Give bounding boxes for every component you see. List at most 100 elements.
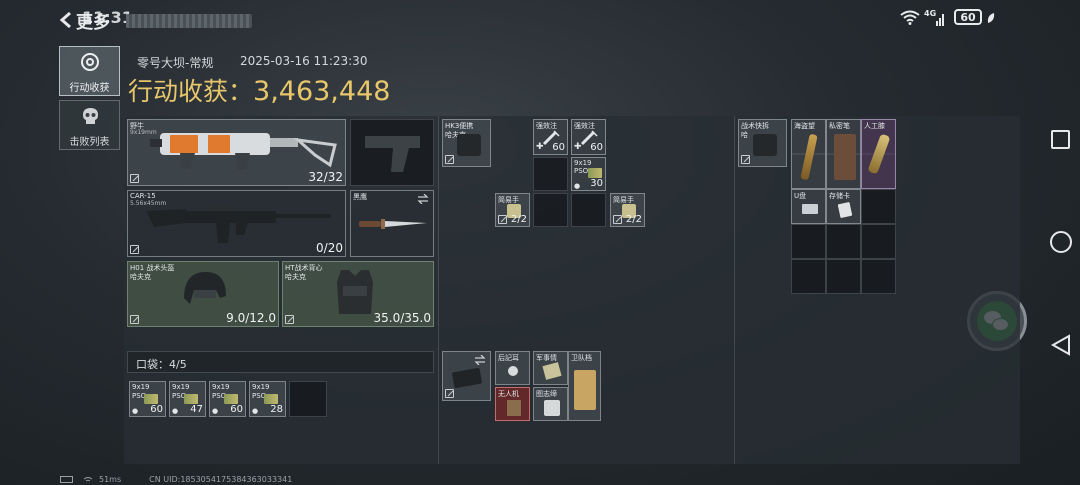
rig-cell[interactable] bbox=[533, 193, 568, 227]
screen: { "status_bar": { "time": "11:31", "batt… bbox=[0, 0, 1080, 485]
loot-mark-icon bbox=[445, 389, 454, 398]
bag-item[interactable]: 军事情 bbox=[533, 351, 568, 385]
drone-icon bbox=[507, 400, 521, 416]
harvest-label: 行动收获： bbox=[128, 77, 254, 106]
secondary-weapon-ammo: 0/20 bbox=[316, 241, 343, 255]
pocket-header: 口袋：4/5 bbox=[127, 351, 434, 373]
nav-bar bbox=[1030, 110, 1080, 370]
melee-slot[interactable]: 黑鹰 bbox=[350, 190, 434, 257]
rig-item[interactable]: 强效注 ✚ 60 bbox=[533, 119, 568, 155]
backpack-cell[interactable] bbox=[861, 224, 896, 259]
pocket-empty-slot[interactable] bbox=[289, 381, 327, 417]
chest-rig-image bbox=[457, 134, 481, 156]
backpack-cell[interactable] bbox=[826, 224, 861, 259]
tab-harvest-label: 行动收获 bbox=[69, 83, 110, 94]
knee-implant-icon bbox=[867, 133, 891, 175]
backpack-cell[interactable] bbox=[791, 224, 826, 259]
tab-defeat-label: 击败列表 bbox=[69, 137, 110, 148]
pistol-slot[interactable] bbox=[350, 119, 434, 186]
bag-item[interactable]: 后記耳 bbox=[495, 351, 530, 385]
rig-item[interactable]: 简易手 2/2 bbox=[495, 193, 530, 227]
armor-brand: 哈夫克 bbox=[285, 273, 306, 281]
rig-item[interactable]: 简易手 2/2 bbox=[610, 193, 645, 227]
backpack-item[interactable]: 人工膝 bbox=[861, 119, 896, 189]
helmet-image bbox=[184, 272, 226, 304]
loot-mark-icon bbox=[130, 315, 139, 324]
bag-item[interactable]: 图志缔 bbox=[533, 387, 568, 421]
document-icon bbox=[542, 362, 562, 380]
pistol-silhouette-icon bbox=[365, 136, 420, 172]
battery-icon: 60 bbox=[954, 9, 982, 25]
primary-weapon-ammo: 32/32 bbox=[308, 170, 343, 184]
secondary-weapon-slot[interactable]: CAR-15 5.56x45mm 0/20 bbox=[127, 190, 346, 257]
rig-cell[interactable] bbox=[571, 193, 606, 227]
bag-item[interactable]: 无人机 bbox=[495, 387, 530, 421]
device-icon bbox=[544, 400, 560, 416]
knife-image bbox=[359, 219, 427, 229]
backpack-item[interactable]: 私密笔 bbox=[826, 119, 861, 189]
swap-icon bbox=[474, 355, 486, 365]
divider-1 bbox=[438, 116, 439, 464]
backpack-cell[interactable] bbox=[861, 259, 896, 294]
signal-icon bbox=[936, 14, 944, 26]
tab-defeat-list[interactable]: 击败列表 bbox=[59, 100, 120, 150]
divider-2 bbox=[734, 116, 735, 464]
helmet-slot[interactable]: H01 战术头盔 哈夫克 9.0/12.0 bbox=[127, 261, 279, 327]
battery-level: 60 bbox=[960, 10, 976, 24]
ammo-icon bbox=[184, 394, 198, 404]
pocket-item[interactable]: 9x19 PSO ● 28 bbox=[249, 381, 286, 417]
helmet-brand: 哈夫克 bbox=[130, 273, 151, 281]
back-arrow-icon bbox=[59, 11, 71, 29]
backpack-small-slot[interactable] bbox=[442, 351, 491, 401]
backpack-item[interactable]: 海盗望 bbox=[791, 119, 826, 189]
loot-mark-icon bbox=[498, 215, 507, 224]
earbuds-icon bbox=[508, 366, 518, 376]
ammo-icon bbox=[144, 394, 158, 404]
circle-nav-icon[interactable] bbox=[1050, 231, 1072, 253]
rig-cell[interactable] bbox=[533, 157, 568, 191]
case-image bbox=[451, 367, 483, 389]
harvest-summary: 行动收获：3,463,448 bbox=[128, 72, 390, 108]
top-progress-bar bbox=[126, 14, 252, 28]
memory-card-icon bbox=[837, 201, 853, 219]
rig-item[interactable]: 强效注 ✚ 60 bbox=[571, 119, 606, 155]
armor-slot[interactable]: HT战术背心 哈夫克 35.0/35.0 bbox=[282, 261, 434, 327]
loot-mark-icon bbox=[130, 174, 139, 183]
backpack-cell[interactable] bbox=[791, 259, 826, 294]
primary-weapon-slot[interactable]: 野牛 9x19mm 32/32 bbox=[127, 119, 346, 186]
tab-harvest[interactable]: 行动收获 bbox=[59, 46, 120, 96]
armor-image bbox=[337, 270, 373, 314]
harvest-value: 3,463,448 bbox=[253, 76, 391, 107]
wifi-icon bbox=[900, 10, 920, 25]
footer: 51ms CN UID:1853054175384363033341 bbox=[60, 474, 292, 485]
pocket-item[interactable]: 9x19 PSO ● 60 bbox=[209, 381, 246, 417]
spyglass-icon bbox=[800, 133, 818, 181]
rig-item[interactable]: 9x19 PSO ● 30 bbox=[571, 157, 606, 191]
file-icon bbox=[574, 370, 596, 410]
skull-icon bbox=[83, 108, 98, 124]
match-datetime: 2025-03-16 11:23:30 bbox=[240, 54, 368, 68]
backpack-image bbox=[753, 134, 777, 156]
loot-mark-icon bbox=[613, 215, 622, 224]
triangle-nav-icon[interactable] bbox=[1050, 334, 1072, 356]
loot-mark-icon bbox=[285, 315, 294, 324]
secondary-weapon-image bbox=[146, 205, 331, 243]
loot-mark-icon bbox=[445, 155, 454, 164]
status-bar: 更多 11:31 4G 60 bbox=[0, 0, 1080, 36]
helmet-durability: 9.0/12.0 bbox=[226, 311, 276, 325]
pocket-item[interactable]: 9x19 PSO ● 60 bbox=[129, 381, 166, 417]
backpack-cell[interactable] bbox=[861, 189, 896, 224]
usb-icon bbox=[802, 204, 818, 214]
backpack-slot[interactable]: 战术快拆 哈 bbox=[738, 119, 787, 167]
backpack-item[interactable]: U盘 bbox=[791, 189, 826, 224]
pocket-item[interactable]: 9x19 PSO ● 47 bbox=[169, 381, 206, 417]
backpack-item[interactable]: 存储卡 bbox=[826, 189, 861, 224]
loot-mark-icon bbox=[741, 155, 750, 164]
wifi-small-icon bbox=[83, 476, 93, 481]
bag-item[interactable]: 卫队档 bbox=[568, 351, 601, 421]
square-nav-icon[interactable] bbox=[1051, 130, 1070, 149]
backpack-cell[interactable] bbox=[826, 259, 861, 294]
pocket-label: 口袋：4/5 bbox=[136, 358, 187, 371]
armor-durability: 35.0/35.0 bbox=[373, 311, 431, 325]
chest-rig-slot[interactable]: HK3便携 哈夫克 bbox=[442, 119, 491, 167]
